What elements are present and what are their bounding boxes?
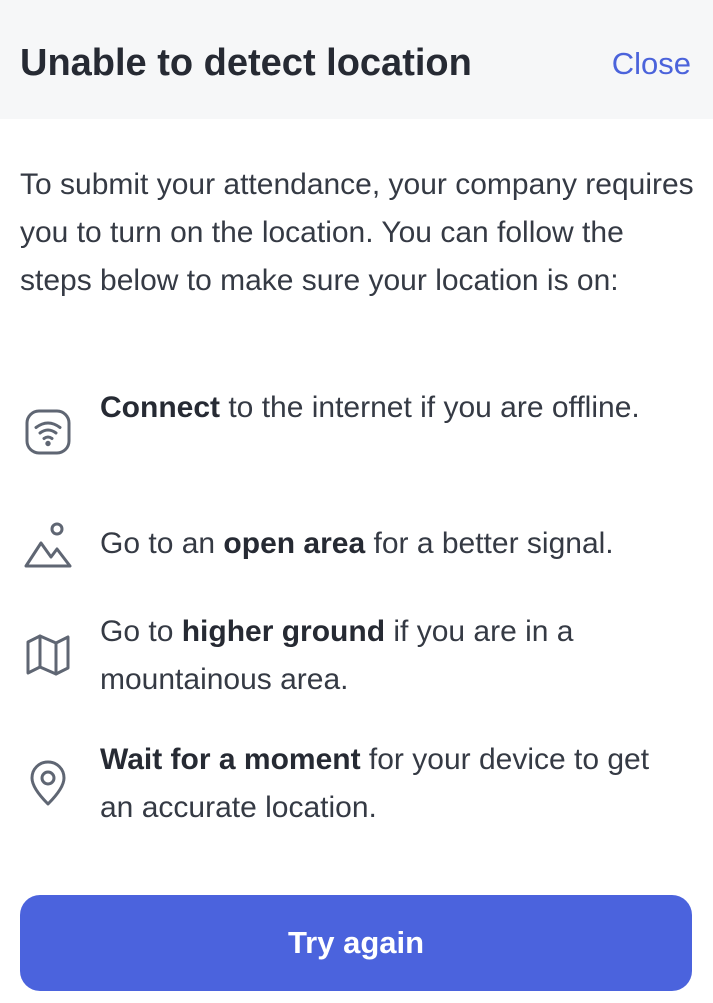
location-error-sheet: Unable to detect location Close To submi… (0, 0, 713, 1003)
intro-text: To submit your attendance, your company … (20, 168, 694, 297)
step-text: Go to an open area for a better signal. (100, 527, 614, 560)
location-pin-icon (22, 757, 74, 809)
page-title: Unable to detect location (20, 42, 472, 84)
mountain-icon (22, 520, 74, 572)
wifi-icon (22, 406, 74, 458)
step-text: Connect to the internet if you are offli… (100, 391, 640, 424)
close-button[interactable]: Close (612, 42, 691, 86)
sheet-header: Unable to detect location Close (0, 0, 713, 119)
step-text: Go to higher ground if you are in a moun… (100, 615, 574, 696)
try-again-button[interactable]: Try again (20, 895, 692, 991)
map-icon (22, 629, 74, 681)
step-text: Wait for a moment for your device to get… (100, 743, 650, 824)
